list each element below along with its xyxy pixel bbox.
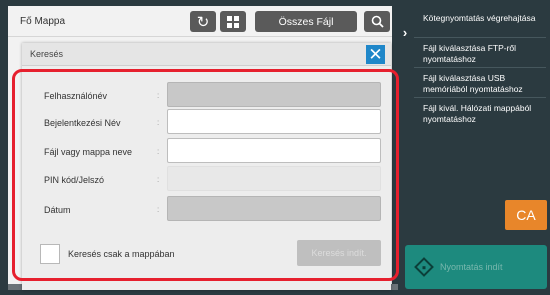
page-title: Fő Mappa (20, 16, 66, 27)
menu-divider (414, 97, 546, 98)
top-toolbar: Fő Mappa ↻ Összes Fájl (8, 6, 392, 37)
grid-view-icon (227, 15, 239, 28)
dialog-title: Keresés (30, 49, 64, 59)
search-button[interactable] (364, 11, 390, 32)
start-print-button[interactable]: Nyomtatás indít (405, 245, 547, 289)
highlight-frame (12, 69, 399, 281)
search-icon (371, 15, 384, 28)
chevron-right-icon[interactable]: › (398, 20, 412, 44)
grid-view-button[interactable] (220, 11, 246, 32)
menu-item-usb-print[interactable]: Fájl kiválasztása USB memóriából nyomtat… (423, 73, 543, 94)
start-print-label: Nyomtatás indít (440, 262, 503, 272)
dialog-header: Keresés ✕ (22, 43, 391, 66)
menu-item-network-print[interactable]: Fájl kivál. Hálózati mappából nyomtatásh… (423, 103, 543, 124)
close-icon: ✕ (368, 45, 383, 64)
start-icon (414, 257, 434, 277)
all-files-button[interactable]: Összes Fájl (255, 11, 357, 32)
refresh-icon: ↻ (196, 13, 210, 31)
app-window: Fő Mappa ↻ Összes Fájl › Kötegnyomtatás … (0, 0, 550, 295)
menu-item-ftp-print[interactable]: Fájl kiválasztása FTP-ről nyomtatáshoz (423, 43, 543, 64)
menu-divider (414, 37, 546, 38)
clear-all-button[interactable]: CA (505, 200, 547, 230)
menu-item-batch-print[interactable]: Kötegnyomtatás végrehajtása (423, 13, 543, 24)
all-files-label: Összes Fájl (278, 15, 334, 28)
menu-divider (414, 67, 546, 68)
close-button[interactable]: ✕ (366, 45, 385, 64)
refresh-button[interactable]: ↻ (190, 11, 216, 32)
